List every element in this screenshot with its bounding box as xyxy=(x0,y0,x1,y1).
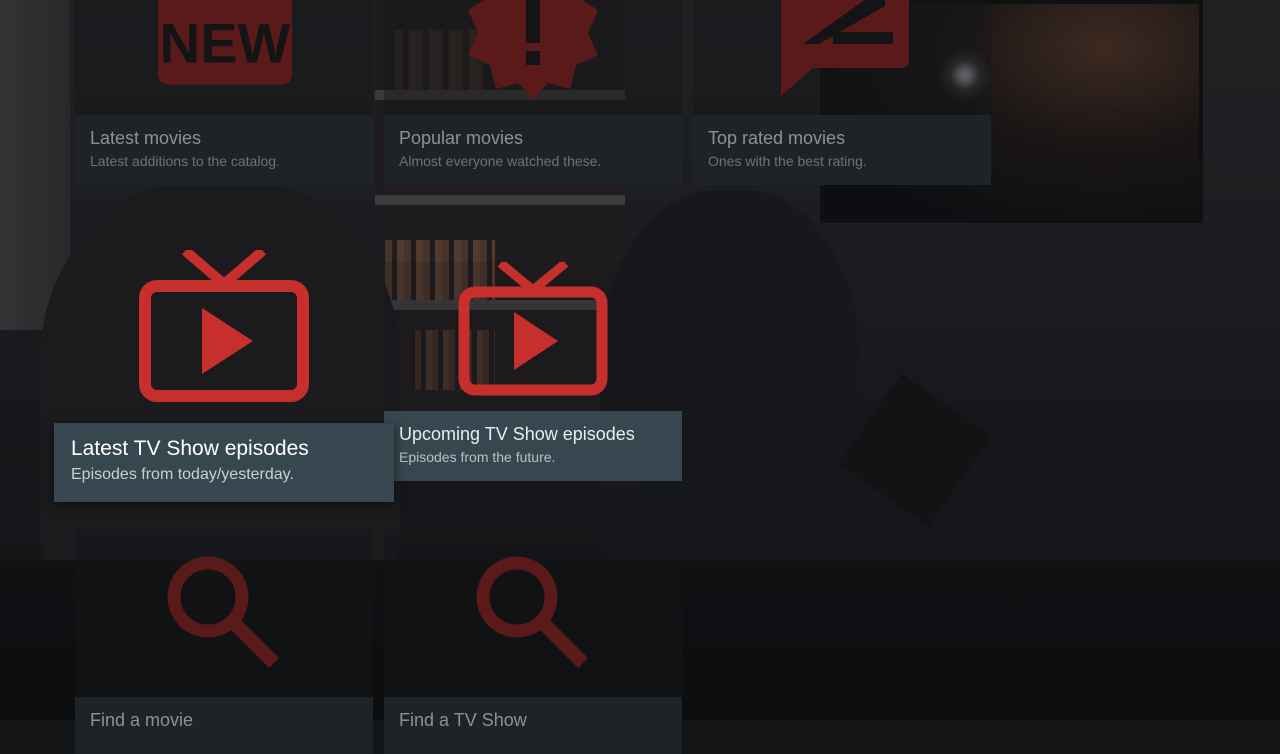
tile-icon-area xyxy=(384,262,682,411)
tile-title: Popular movies xyxy=(399,128,524,148)
tile-caption: Latest TV Show episodes Episodes from to… xyxy=(54,423,394,502)
tile-find-movie[interactable]: Find a movie xyxy=(75,529,373,754)
tile-caption: Find a TV Show xyxy=(384,697,682,754)
tile-title: Find a movie xyxy=(90,710,194,730)
tile-subtitle: Latest additions to the catalog. xyxy=(90,153,280,169)
tile-subtitle: Almost everyone watched these. xyxy=(399,153,602,169)
tile-find-tv-show[interactable]: Find a TV Show xyxy=(384,529,682,754)
tile-title: Top rated movies xyxy=(708,128,846,148)
tile-latest-tv-episodes[interactable]: Latest TV Show episodes Episodes from to… xyxy=(54,250,394,502)
tile-caption: Find a movie xyxy=(75,697,373,754)
new-badge-icon: NEW xyxy=(158,0,292,85)
tile-top-rated-movies[interactable]: Top rated movies Ones with the best rati… xyxy=(693,0,991,185)
tile-title: Latest movies xyxy=(90,128,202,148)
search-icon xyxy=(476,556,588,668)
tile-latest-movies[interactable]: NEW Latest movies Latest additions to th… xyxy=(75,0,373,185)
rate-review-icon xyxy=(781,0,909,96)
tile-icon-area: NEW xyxy=(75,0,373,115)
tile-caption: Popular movies Almost everyone watched t… xyxy=(384,115,682,185)
tile-popular-movies[interactable]: Popular movies Almost everyone watched t… xyxy=(384,0,682,185)
tile-caption: Upcoming TV Show episodes Episodes from … xyxy=(384,411,682,481)
tile-subtitle: Episodes from the future. xyxy=(399,449,556,465)
tile-icon-area xyxy=(384,529,682,697)
tile-title: Upcoming TV Show episodes xyxy=(399,424,635,444)
tile-icon-area xyxy=(75,529,373,697)
tile-upcoming-tv-episodes[interactable]: Upcoming TV Show episodes Episodes from … xyxy=(384,262,682,481)
exclamation-badge-icon xyxy=(468,0,598,100)
tile-title: Latest TV Show episodes xyxy=(71,437,309,460)
tile-icon-area xyxy=(693,0,991,115)
tile-subtitle: Ones with the best rating. xyxy=(708,153,867,169)
tile-caption: Latest movies Latest additions to the ca… xyxy=(75,115,373,185)
svg-text:NEW: NEW xyxy=(160,12,291,75)
tile-title: Find a TV Show xyxy=(399,710,527,730)
search-icon xyxy=(167,556,279,668)
tile-caption: Top rated movies Ones with the best rati… xyxy=(693,115,991,185)
tile-icon-area xyxy=(54,250,394,423)
live-tv-icon xyxy=(458,262,608,396)
tile-subtitle: Episodes from today/yesterday. xyxy=(71,466,294,483)
live-tv-icon xyxy=(139,250,309,402)
tile-icon-area xyxy=(384,0,682,115)
